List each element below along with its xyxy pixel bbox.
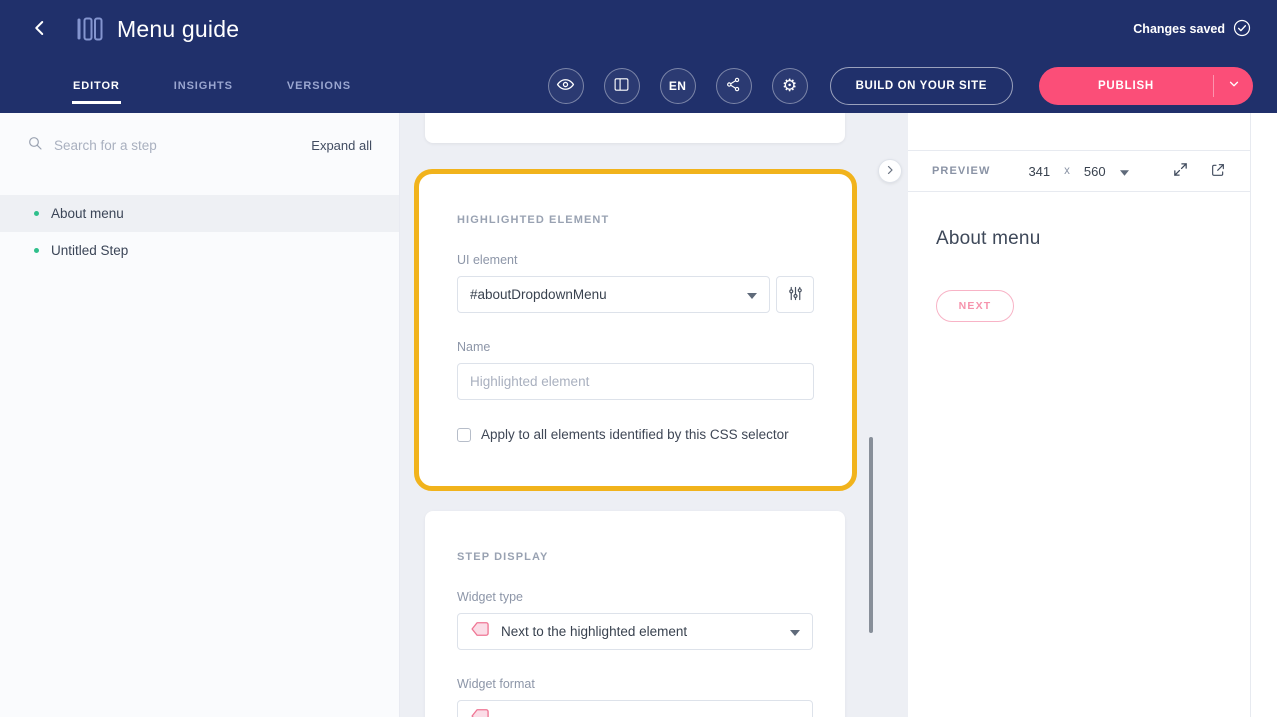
preview-size-separator: x: [1064, 165, 1070, 177]
preview-eye-button[interactable]: [548, 68, 584, 104]
section-title: STEP DISPLAY: [457, 551, 813, 563]
widget-format-select[interactable]: [457, 700, 813, 717]
build-on-your-site-button[interactable]: BUILD ON YOUR SITE: [830, 67, 1013, 105]
step-search-row: Expand all: [0, 113, 399, 177]
element-name-input[interactable]: [457, 363, 814, 400]
ui-element-value: #aboutDropdownMenu: [470, 287, 607, 302]
tab-versions[interactable]: VERSIONS: [286, 67, 352, 104]
save-status-label: Changes saved: [1133, 22, 1225, 36]
preview-title: PREVIEW: [932, 165, 990, 177]
checkbox[interactable]: [457, 428, 471, 442]
back-button[interactable]: [26, 15, 54, 43]
preview-next-button[interactable]: NEXT: [936, 290, 1014, 322]
ui-element-row: #aboutDropdownMenu: [457, 276, 814, 313]
preview-wrap: PREVIEW 341 x 560: [908, 113, 1277, 717]
page-body: Expand all About menu Untitled Step HIGH…: [0, 113, 1277, 717]
language-label: EN: [669, 79, 686, 93]
top-bar-title-row: Menu guide Changes saved: [0, 0, 1277, 58]
tooltip-widget-icon: [470, 619, 490, 644]
step-status-dot: [34, 211, 39, 216]
expand-all-button[interactable]: Expand all: [311, 138, 372, 153]
section-title: HIGHLIGHTED ELEMENT: [457, 214, 814, 226]
expand-arrows-icon: [1172, 161, 1189, 181]
share-icon: [725, 76, 742, 96]
ui-element-label: UI element: [457, 253, 814, 267]
search-icon: [27, 135, 43, 156]
step-label: About menu: [51, 206, 124, 221]
step-display-card: STEP DISPLAY Widget type Next to the hig…: [425, 511, 845, 717]
search-input[interactable]: [54, 138, 311, 153]
publish-dropdown-button[interactable]: [1214, 67, 1253, 105]
preview-header-icons: [1172, 161, 1226, 181]
step-editor-column: HIGHLIGHTED ELEMENT UI element #aboutDro…: [400, 113, 908, 717]
apply-to-all-checkbox-row[interactable]: Apply to all elements identified by this…: [457, 427, 814, 442]
widget-type-value: Next to the highlighted element: [501, 624, 687, 639]
open-in-new-tab-button[interactable]: [1210, 162, 1226, 181]
preview-height-value: 560: [1084, 164, 1106, 179]
caret-down-icon: [1120, 164, 1129, 179]
editor-scrollbar-thumb[interactable]: [869, 437, 873, 633]
preview-header: PREVIEW 341 x 560: [908, 150, 1250, 192]
widget-format-label: Widget format: [457, 677, 813, 691]
step-status-dot: [34, 248, 39, 253]
eye-icon: [556, 75, 575, 97]
publish-button-group: PUBLISH: [1039, 67, 1253, 105]
sliders-icon: [787, 285, 804, 305]
app-logo-icon: [76, 17, 103, 41]
tab-insights[interactable]: INSIGHTS: [173, 67, 234, 104]
gear-icon: ⚙: [782, 77, 797, 94]
settings-button[interactable]: ⚙: [772, 68, 808, 104]
step-item-about-menu[interactable]: About menu: [0, 195, 399, 232]
toolbar-icon-group: EN ⚙: [548, 68, 808, 104]
layout-panel-icon: [613, 76, 630, 96]
page-title: Menu guide: [117, 16, 239, 43]
language-button[interactable]: EN: [660, 68, 696, 104]
check-circle-icon: [1233, 19, 1251, 40]
name-label: Name: [457, 340, 814, 354]
chevron-right-icon: [884, 164, 896, 179]
caret-down-icon: [790, 623, 800, 641]
top-bar-nav-row: EDITOR INSIGHTS VERSIONS EN: [0, 58, 1277, 113]
chevron-left-icon: [31, 19, 49, 40]
step-item-untitled-step[interactable]: Untitled Step: [0, 232, 399, 269]
tooltip-widget-icon: [470, 706, 490, 717]
collapse-preview-button[interactable]: [878, 159, 902, 183]
steps-list: About menu Untitled Step: [0, 195, 399, 269]
fullscreen-preview-button[interactable]: [1172, 161, 1189, 181]
publish-button[interactable]: PUBLISH: [1039, 67, 1213, 105]
step-label: Untitled Step: [51, 243, 128, 258]
external-link-icon: [1210, 162, 1226, 181]
save-status: Changes saved: [1133, 19, 1251, 40]
preview-size-selector[interactable]: 341 x 560: [1028, 164, 1128, 179]
steps-sidebar: Expand all About menu Untitled Step: [0, 113, 400, 717]
widget-type-label: Widget type: [457, 590, 813, 604]
share-button[interactable]: [716, 68, 752, 104]
preview-panel: PREVIEW 341 x 560: [908, 113, 1251, 717]
tab-editor[interactable]: EDITOR: [72, 67, 121, 104]
chevron-down-icon: [1227, 77, 1241, 94]
app-window: Menu guide Changes saved EDITOR INSIGHTS…: [0, 0, 1277, 717]
main-tabs: EDITOR INSIGHTS VERSIONS: [72, 67, 352, 104]
element-settings-button[interactable]: [776, 276, 814, 313]
top-bar: Menu guide Changes saved EDITOR INSIGHTS…: [0, 0, 1277, 113]
highlighted-element-card: HIGHLIGHTED ELEMENT UI element #aboutDro…: [414, 169, 857, 491]
preview-step-heading: About menu: [936, 228, 1222, 250]
checkbox-label: Apply to all elements identified by this…: [481, 427, 789, 442]
preview-body: About menu NEXT: [908, 192, 1250, 358]
previous-settings-card-partial: [425, 113, 845, 143]
layout-button[interactable]: [604, 68, 640, 104]
caret-down-icon: [747, 286, 757, 304]
preview-width-value: 341: [1028, 164, 1050, 179]
widget-type-select[interactable]: Next to the highlighted element: [457, 613, 813, 650]
ui-element-select[interactable]: #aboutDropdownMenu: [457, 276, 770, 313]
